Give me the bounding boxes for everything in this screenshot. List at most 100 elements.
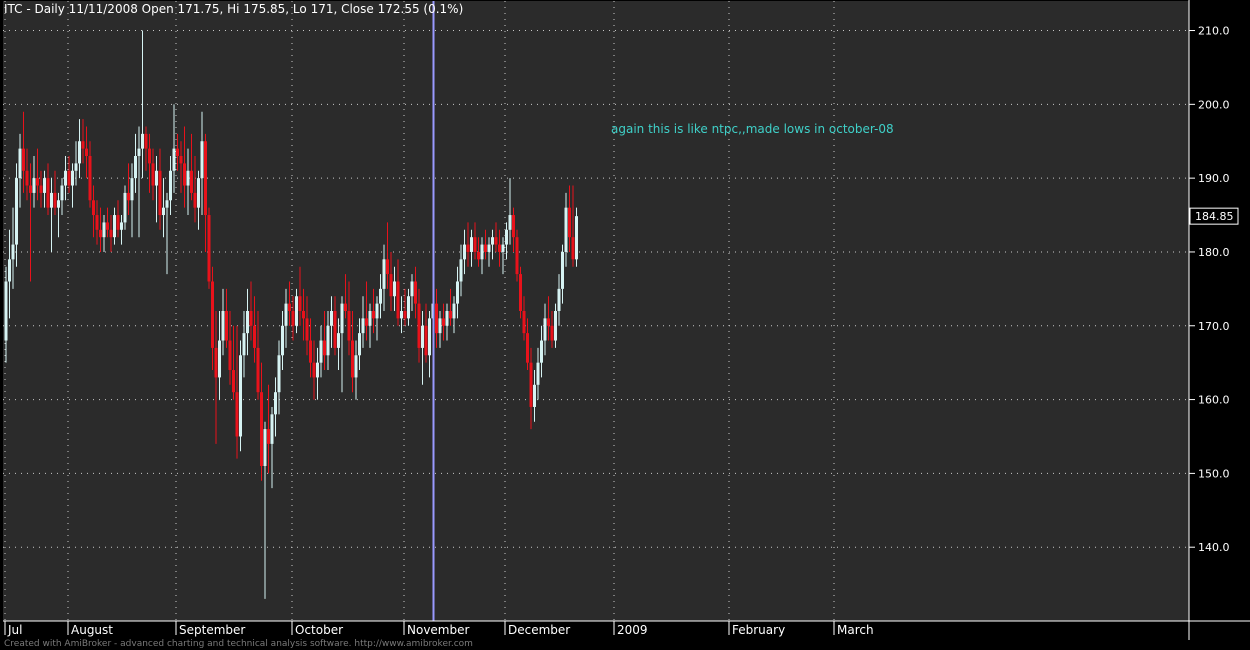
candle-body <box>120 222 123 230</box>
candle-body <box>78 141 81 164</box>
candle-body <box>179 156 183 164</box>
candle-body <box>536 362 540 385</box>
candle-body <box>396 281 400 319</box>
candle-body <box>533 384 536 407</box>
candle-body <box>288 303 291 311</box>
candle-body <box>211 281 214 348</box>
candle-body <box>351 340 354 378</box>
candle-body <box>53 192 57 208</box>
candle-body <box>284 303 288 326</box>
candle-body <box>155 170 158 186</box>
y-tick-label: 210.0 <box>1198 25 1230 38</box>
candle-body <box>169 170 172 201</box>
candle-body <box>4 281 8 341</box>
candle-body <box>368 311 372 326</box>
candle-body <box>249 311 253 326</box>
candle-body <box>522 311 526 334</box>
candle-body <box>130 178 134 201</box>
candle-body <box>470 237 473 252</box>
candle-body <box>256 347 260 393</box>
candle-body <box>32 178 36 193</box>
candle-body <box>340 303 344 334</box>
x-tick-label: November <box>407 623 469 637</box>
candle-body <box>505 229 508 245</box>
candle-body <box>494 237 498 245</box>
x-tick-label: 2009 <box>617 623 648 637</box>
candle-body <box>60 185 64 201</box>
candle-body <box>22 148 25 171</box>
x-tick-label: October <box>295 623 343 637</box>
candle <box>515 229 519 282</box>
candle-body <box>547 318 550 326</box>
candle-body <box>267 429 270 444</box>
candle-body <box>452 303 456 319</box>
plot-area <box>3 1 1189 621</box>
candle-body <box>183 163 186 186</box>
candle <box>239 340 242 452</box>
candle-body <box>204 141 207 216</box>
candle-body <box>193 192 197 208</box>
candle-body <box>512 215 515 238</box>
candle-body <box>456 281 459 304</box>
candle-body <box>137 148 141 156</box>
candle-body <box>473 237 477 252</box>
candle-body <box>85 148 88 156</box>
candle-body <box>225 311 228 341</box>
candle-body <box>403 311 407 319</box>
candle-body <box>15 178 18 245</box>
candle-body <box>330 311 333 326</box>
candle-body <box>323 340 326 356</box>
candle-body <box>197 178 200 208</box>
candle-body <box>81 141 85 149</box>
x-tick-label: August <box>71 623 113 637</box>
candle-body <box>543 318 547 341</box>
candle-body <box>484 244 487 252</box>
candle-body <box>239 355 242 437</box>
chart-annotation: again this is like ntpc,,made lows in oc… <box>611 122 894 136</box>
candle-body <box>214 347 218 378</box>
candle-body <box>74 163 78 171</box>
candle-body <box>316 362 319 378</box>
candle-body <box>113 215 116 238</box>
candle-body <box>421 325 424 348</box>
candle-body <box>11 244 15 260</box>
candle-body <box>442 318 445 326</box>
candle-body <box>228 340 232 371</box>
candle-body <box>459 259 463 282</box>
candle-body <box>176 148 179 156</box>
candle <box>519 266 522 319</box>
candle-body <box>141 133 144 149</box>
candle-body <box>414 281 417 304</box>
candle-body <box>309 340 312 363</box>
candle-body <box>43 178 46 193</box>
candle-body <box>386 259 389 275</box>
candle-body <box>39 185 43 193</box>
candle-body <box>526 333 529 363</box>
candle-body <box>148 148 151 164</box>
candle-body <box>298 296 302 311</box>
candle-body <box>529 362 533 407</box>
candle-body <box>435 303 438 334</box>
candle-body <box>372 311 375 319</box>
candle-body <box>361 318 365 334</box>
y-tick-label: 140.0 <box>1198 541 1230 554</box>
candle-body <box>407 296 410 319</box>
candle-body <box>375 303 379 319</box>
last-price-marker: 184.85 <box>1189 207 1239 225</box>
candle-body <box>515 237 519 275</box>
candle-body <box>106 222 109 230</box>
candle-body <box>246 311 249 334</box>
y-tick-label: 170.0 <box>1198 320 1230 333</box>
candle-body <box>218 340 221 378</box>
candlestick-chart: 140.0 150.0 160.0 170.0 180.0 190.0 200.0 210.0… <box>3 0 1250 650</box>
candle-body <box>64 170 67 186</box>
x-tick-label: Jul <box>7 623 22 637</box>
candle-body <box>270 414 274 444</box>
candle-body <box>477 251 480 260</box>
candle-body <box>207 215 211 282</box>
candle-body <box>312 362 316 378</box>
candle-body <box>554 311 557 341</box>
candle-body <box>540 340 543 363</box>
candle-body <box>400 311 403 319</box>
y-tick-label: 200.0 <box>1198 98 1230 111</box>
